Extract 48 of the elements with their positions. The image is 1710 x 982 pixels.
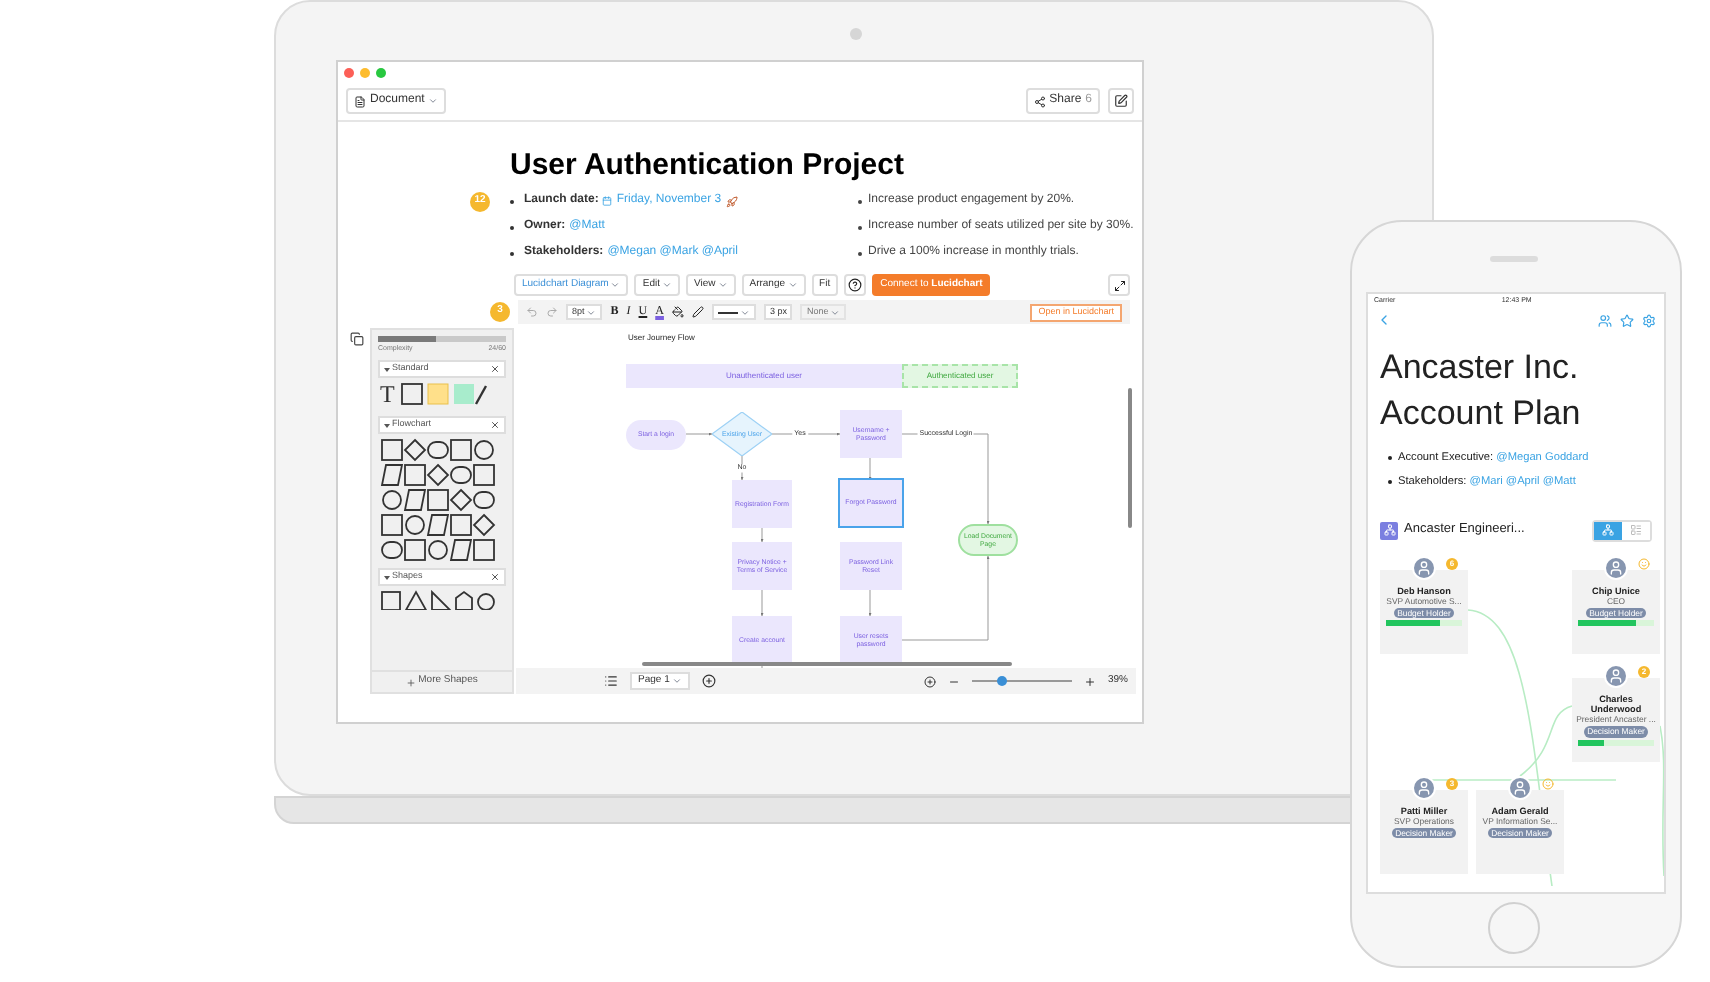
- zoom-slider-thumb[interactable]: [996, 676, 1007, 686]
- caret-icon: [739, 307, 750, 317]
- flowchart-shapes-drawing[interactable]: [380, 438, 496, 563]
- account-plan-title: Ancaster Inc. Account Plan: [1378, 346, 1583, 436]
- zoom-in-icon[interactable]: [1083, 675, 1096, 687]
- help-icon: [848, 278, 863, 292]
- network-icon: [1602, 524, 1614, 537]
- star-icon[interactable]: [1620, 313, 1634, 327]
- document-title: User Authentication Project: [510, 150, 906, 180]
- fill-icon[interactable]: [671, 306, 684, 318]
- settings-icon[interactable]: [1642, 313, 1656, 327]
- caret-icon: [428, 96, 439, 106]
- help-button[interactable]: [844, 274, 867, 296]
- layers-icon[interactable]: [349, 332, 363, 346]
- standard-shapes-drawing[interactable]: [400, 382, 489, 407]
- expand-button[interactable]: [1108, 274, 1130, 296]
- calendar-icon: [602, 196, 613, 206]
- smile-icon: [1638, 557, 1650, 570]
- horizontal-scrollbar[interactable]: [642, 662, 1012, 666]
- rocket-icon: [725, 195, 738, 207]
- plus-icon: [406, 677, 417, 687]
- list-icon: [1630, 524, 1642, 537]
- zoom-fit-icon[interactable]: [923, 675, 936, 687]
- add-page-icon[interactable]: [701, 674, 716, 688]
- back-icon[interactable]: [1376, 312, 1392, 328]
- caret-icon: [384, 367, 390, 372]
- page-list-icon[interactable]: [604, 674, 618, 688]
- caret-icon: [661, 280, 672, 290]
- caret-icon: [787, 280, 798, 290]
- caret-icon: [717, 280, 728, 290]
- text-tool[interactable]: T: [380, 382, 395, 407]
- caret-icon: [384, 423, 390, 428]
- edit-icon: [1114, 94, 1128, 108]
- share-icon: [1033, 95, 1046, 107]
- caret-icon: [671, 676, 682, 686]
- document-icon: [354, 95, 366, 107]
- vertical-scrollbar[interactable]: [1128, 388, 1132, 528]
- caret-icon: [830, 307, 841, 317]
- caret-icon: [610, 280, 621, 290]
- zoom-out-icon[interactable]: [947, 675, 960, 687]
- people-icon[interactable]: [1598, 313, 1612, 327]
- smile-icon: [1542, 777, 1554, 790]
- pen-icon[interactable]: [691, 306, 704, 318]
- line-style-select[interactable]: [711, 304, 756, 320]
- edit-button[interactable]: [1108, 88, 1134, 114]
- basic-shapes-drawing[interactable]: [380, 590, 496, 611]
- caret-icon: [384, 575, 390, 580]
- caret-icon: [586, 307, 597, 317]
